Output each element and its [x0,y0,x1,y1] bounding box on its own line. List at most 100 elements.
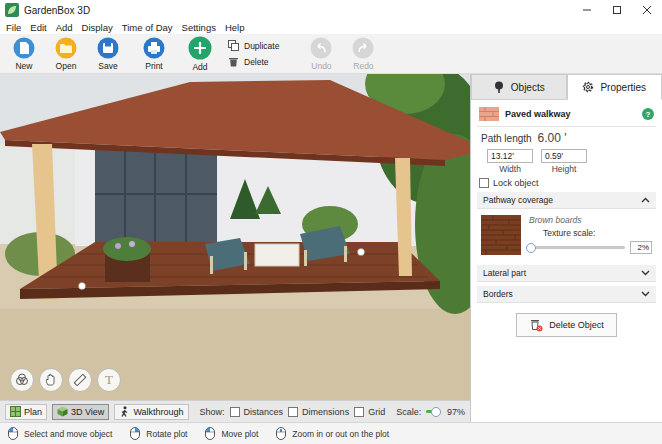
pan-tool[interactable] [39,368,63,392]
maximize-button[interactable] [602,0,632,20]
panel-section: Lateral part [477,265,656,282]
menu-item[interactable]: Help [225,22,245,33]
size-input[interactable]: 13.12' [487,149,533,163]
show-checkbox[interactable]: Grid [354,407,385,417]
measure-tool[interactable] [68,368,92,392]
delete-object-button[interactable]: Delete Object [516,313,617,337]
chevron-up-icon [641,197,650,203]
hand-icon [44,373,58,387]
toolbar-button[interactable]: New [6,37,42,71]
size-label: Width [499,164,521,174]
close-button[interactable] [632,0,662,20]
coverage-content: Brown boards Texture scale: 2% [477,209,656,261]
menu-item[interactable]: Settings [182,22,216,33]
view-tools: T [10,368,121,392]
toolbar-button[interactable]: Undo [303,37,339,71]
section-header[interactable]: Borders [477,286,656,303]
size-field: 13.12'Width [487,149,533,174]
view-mode-button[interactable]: Plan [5,404,47,420]
checkbox-box[interactable] [479,178,489,188]
text-tool-label: T [105,372,113,388]
path-length: Path length 6.00 ' [477,131,656,145]
mouse-icon [8,427,18,440]
slider-thumb[interactable] [526,243,536,253]
brown-boards-texture-icon[interactable] [481,215,521,255]
checkbox-box[interactable] [230,407,240,417]
tab-label: Objects [511,82,545,93]
show-checkbox[interactable]: Distances [230,407,284,417]
panel-tab[interactable]: Properties [567,74,662,100]
maximize-icon [612,5,622,15]
slider-thumb[interactable] [431,407,441,417]
panel-section: Borders [477,286,656,303]
panel-tab[interactable]: Objects [471,74,567,100]
toolbar-button-label: Add [192,62,207,72]
main-area: TPlan3D ViewWalkthroughShow:DistancesDim… [0,74,662,422]
folder-icon [55,37,77,59]
toolbar-button[interactable]: Delete [228,56,269,67]
toolbar-button[interactable]: Duplicate [228,40,279,51]
menu-item[interactable]: Time of Day [122,22,173,33]
help-button[interactable]: ? [642,108,654,120]
toolbar-button[interactable]: Save [90,37,126,71]
view-mode-button[interactable]: 3D View [52,404,109,420]
window-title: GardenBox 3D [24,5,90,16]
size-input[interactable]: 0.59' [541,149,587,163]
menu-item[interactable]: Add [56,22,73,33]
toolbar-group: Print [136,37,172,71]
toolbar-button-label: Redo [353,61,373,71]
leaf-logo-icon [5,3,19,17]
section-header[interactable]: Pathway coverage [477,192,656,209]
texture-scale-slider[interactable] [529,243,625,253]
checkbox-label: Dimensions [302,407,349,417]
menu-item[interactable]: File [6,22,21,33]
trash-icon [228,56,239,67]
checkbox-box[interactable] [288,407,298,417]
toolbar-group: Add [182,36,218,72]
texture-name: Brown boards [529,215,652,225]
status-item: Zoom in or out on the plot [276,427,389,440]
status-item: Move plot [205,427,258,440]
path-length-value: 6.00 ' [538,131,567,145]
undo-icon [310,37,332,59]
layers-tool[interactable] [10,368,34,392]
toolbar-button[interactable]: Print [136,37,172,71]
size-field: 0.59'Height [541,149,587,174]
view-mode-button[interactable]: Walkthrough [114,404,188,420]
garden-scene[interactable] [0,74,470,400]
object-header: Paved walkway? [477,104,656,127]
toolbar-button[interactable]: Open [48,37,84,71]
show-checkbox[interactable]: Dimensions [288,407,349,417]
toolbar-button[interactable]: Redo [345,37,381,71]
lock-object-checkbox[interactable]: Lock object [477,178,656,188]
paved-walkway-icon [479,107,499,121]
slider-track [529,246,625,249]
view-column: TPlan3D ViewWalkthroughShow:DistancesDim… [0,74,470,422]
3d-viewport[interactable]: T [0,74,470,400]
minimize-button[interactable] [572,0,602,20]
properties-panel: Objects Properties Paved walkway? Path leng… [470,74,662,422]
toolbar-button-label: Save [98,61,117,71]
toolbar-button[interactable]: Add [182,36,218,72]
checkbox-box[interactable] [354,407,364,417]
status-label: Rotate plot [146,429,187,439]
toolbar-button-label: Open [56,61,77,71]
scale-slider[interactable] [426,407,436,417]
menu-item[interactable]: Display [82,22,113,33]
toolbar-button-label: Delete [244,57,269,67]
view-mode-label: Walkthrough [133,407,183,417]
texture-scale-input[interactable]: 2% [630,241,652,254]
panel-section: Pathway coverage Brown boards Texture scal… [477,192,656,261]
section-header[interactable]: Lateral part [477,265,656,282]
redo-icon [352,37,374,59]
status-bar: Select and move objectRotate plotMove pl… [0,422,662,444]
text-tool[interactable]: T [97,368,121,392]
status-label: Move plot [221,429,258,439]
path-length-label: Path length [481,133,532,144]
toolbar-button-label: Undo [311,61,331,71]
texture-scale-label: Texture scale: [529,228,652,238]
walking-person-icon [119,406,130,417]
size-fields: 13.12'Width 0.59'Height [477,149,656,174]
panel-body: Paved walkway? Path length 6.00 ' 13.12'Wid… [471,100,662,422]
menu-item[interactable]: Edit [30,22,46,33]
